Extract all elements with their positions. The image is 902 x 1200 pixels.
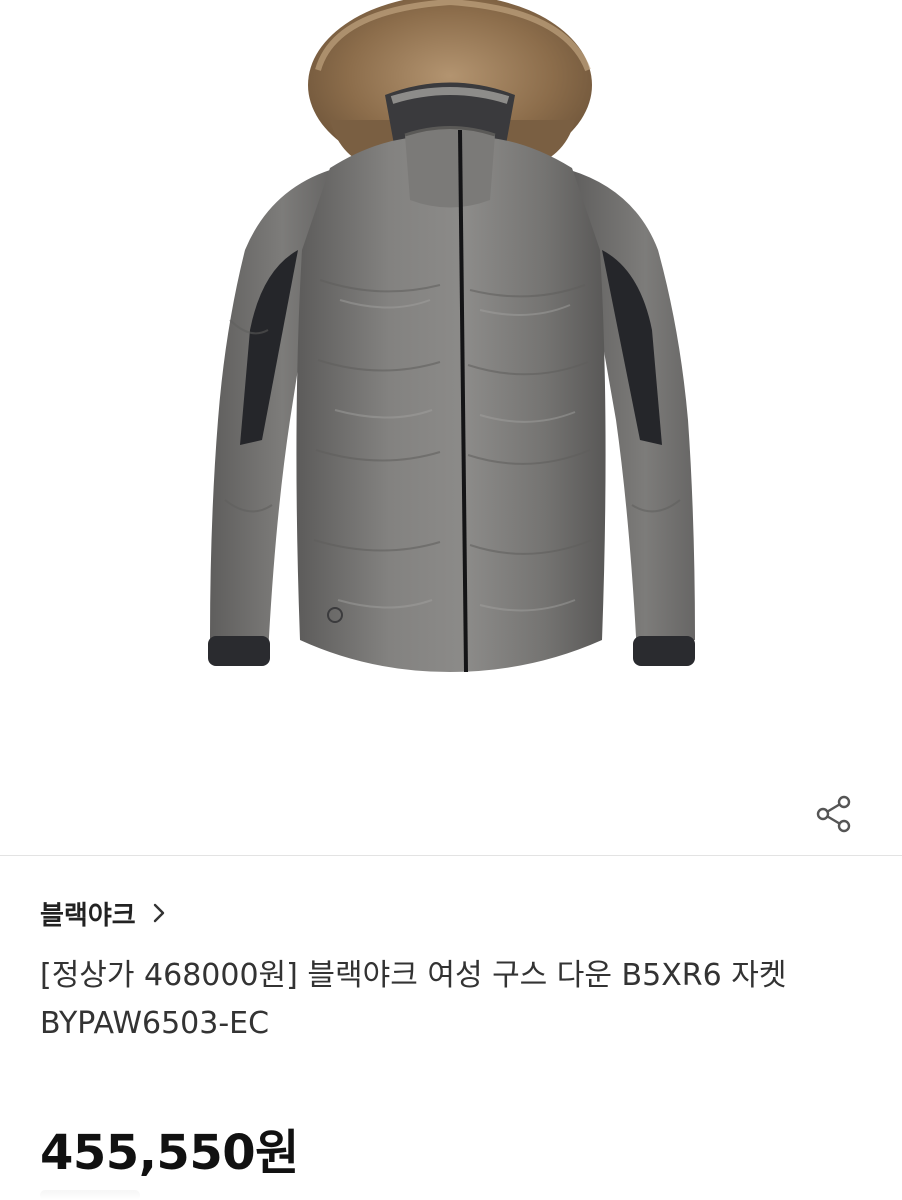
product-detail-page: 블랙야크 [정상가 468000원] 블랙야크 여성 구스 다운 B5XR6 자… xyxy=(0,0,902,1200)
product-image[interactable] xyxy=(0,0,902,855)
section-divider xyxy=(0,855,902,856)
brand-link[interactable]: 블랙야크 xyxy=(40,893,166,933)
product-title: [정상가 468000원] 블랙야크 여성 구스 다운 B5XR6 자켓 BYP… xyxy=(40,958,787,1041)
chevron-right-icon xyxy=(152,902,166,924)
jacket-illustration xyxy=(208,0,695,673)
brand-name: 블랙야크 xyxy=(40,900,136,931)
next-section-hint xyxy=(40,1190,140,1200)
share-icon xyxy=(816,795,851,833)
product-price: 455,550원 xyxy=(40,1125,299,1181)
share-button[interactable] xyxy=(812,792,866,846)
